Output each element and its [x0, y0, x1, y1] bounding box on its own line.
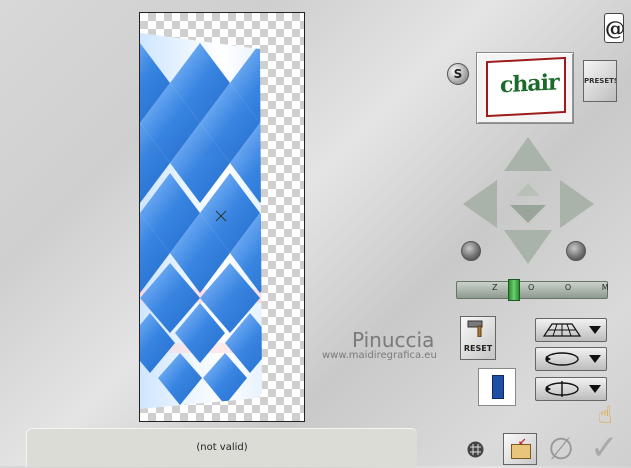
checkmark-icon[interactable]: ✓: [590, 428, 619, 468]
preset-thumbnail[interactable]: chair: [476, 52, 574, 124]
move-left-arrow-button[interactable]: [463, 180, 497, 228]
device-button[interactable]: [478, 368, 516, 406]
open-button[interactable]: ↙: [503, 433, 537, 465]
preset-thumbnail-word: chair: [500, 69, 559, 99]
watermark-title: Pinuccia: [352, 328, 435, 352]
preset-thumbnail-frame: chair: [486, 56, 566, 118]
move-up-arrow-button[interactable]: [504, 137, 552, 171]
status-text: (not valid): [196, 442, 248, 453]
preview-image: [140, 33, 262, 409]
logo-icon: @: [604, 13, 625, 43]
hammer-icon: [467, 320, 483, 337]
reset-button[interactable]: RESET: [460, 316, 496, 360]
arrow-down-icon: ↙: [518, 437, 527, 448]
preview-canvas[interactable]: [139, 12, 305, 422]
rotate-dropdown[interactable]: [535, 347, 607, 371]
move-down-arrow-button[interactable]: [504, 230, 552, 264]
scale-down-button[interactable]: [510, 205, 546, 223]
status-panel: (not valid): [26, 428, 417, 467]
move-right-arrow-button[interactable]: [560, 180, 594, 228]
chevron-down-icon: [589, 385, 601, 393]
presets-button[interactable]: PRESETS: [583, 60, 617, 102]
watermark-url: www.maidiregrafica.eu: [322, 350, 437, 361]
hand-icon[interactable]: ☝: [598, 401, 613, 429]
cancel-icon[interactable]: ∅: [548, 432, 574, 467]
scale-up-button[interactable]: [516, 183, 540, 196]
perspective-dropdown[interactable]: [535, 318, 607, 342]
grid-icon[interactable]: [467, 441, 484, 458]
blue-bar-icon: [492, 375, 504, 399]
rotate-left-knob[interactable]: [461, 241, 481, 261]
chevron-down-icon: [589, 355, 601, 363]
s-button[interactable]: S: [447, 63, 469, 85]
flip-ellipse-icon: [545, 381, 579, 397]
chevron-down-icon: [589, 326, 601, 334]
rotate-ellipse-icon: [545, 352, 579, 366]
zoom-slider-thumb[interactable]: [507, 279, 520, 301]
flip-dropdown[interactable]: [535, 377, 607, 401]
rotate-right-knob[interactable]: [566, 241, 586, 261]
perspective-grid-icon: [542, 323, 582, 337]
reset-label: RESET: [463, 344, 493, 353]
